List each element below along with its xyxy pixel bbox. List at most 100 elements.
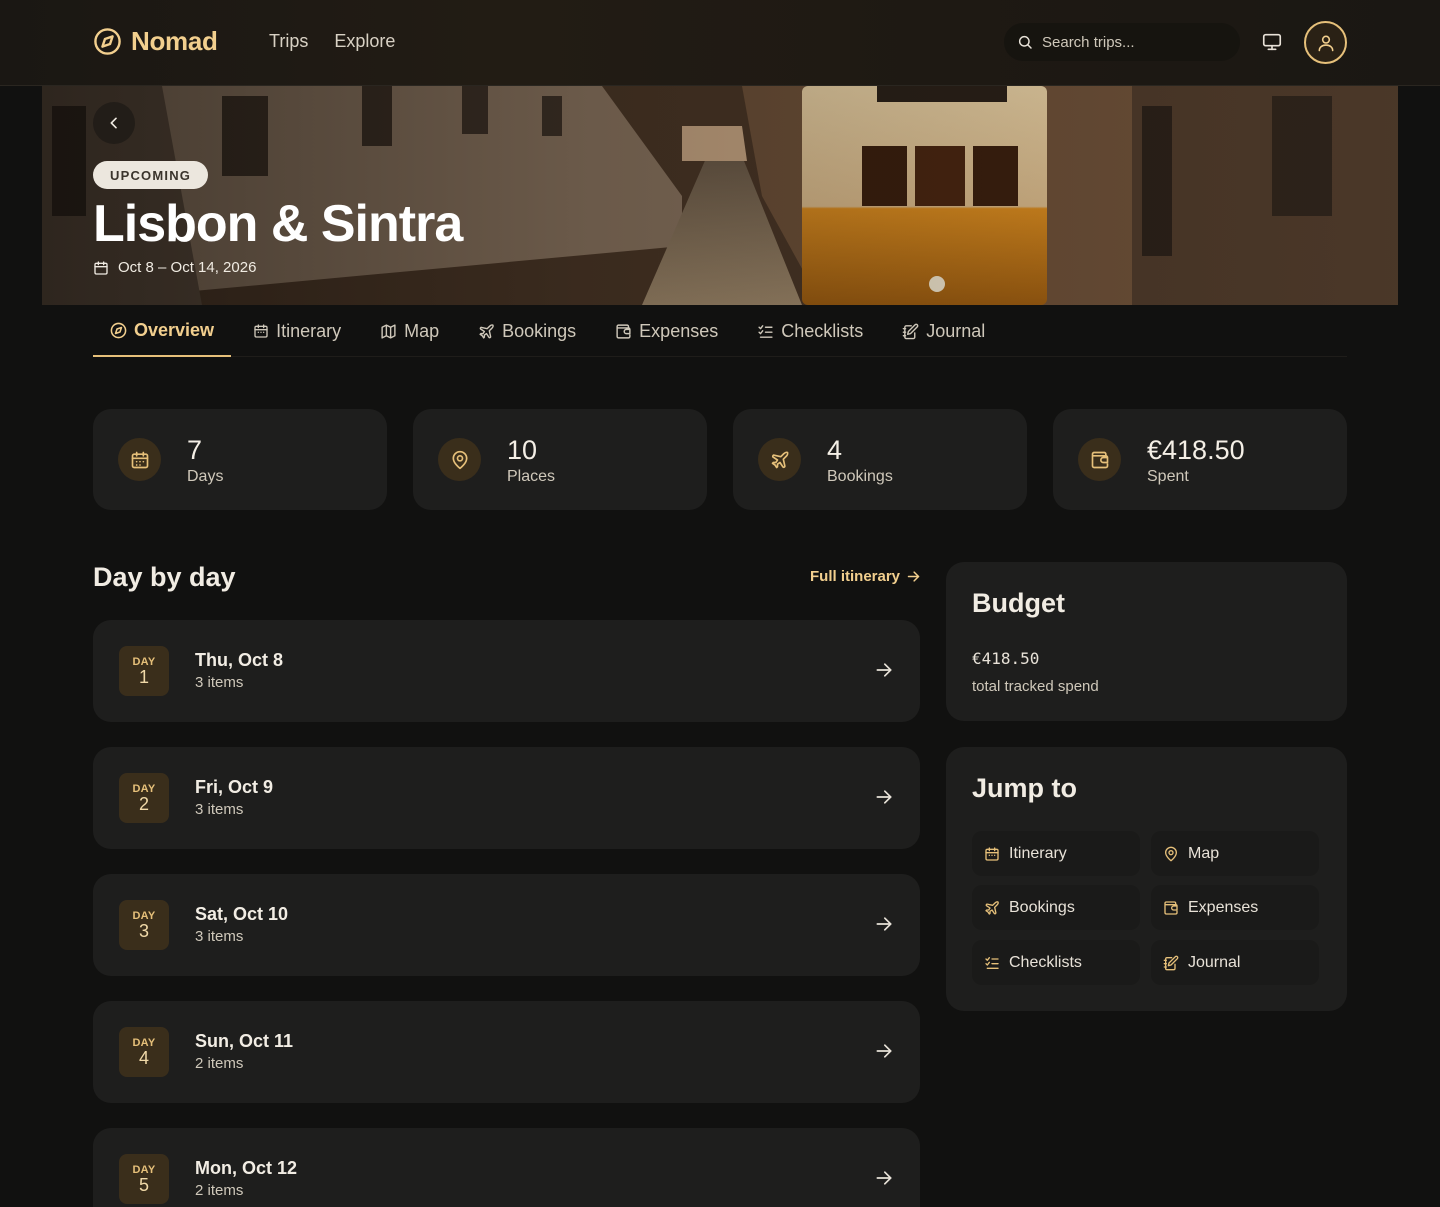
day-item-count: 2 items (195, 1182, 244, 1199)
stat-value: 4 (827, 434, 843, 465)
wallet-icon (1163, 900, 1179, 916)
jump-to-panel: Jump to Itinerary Map Bookings Expenses … (946, 747, 1347, 1011)
tab-bookings[interactable]: Bookings (461, 305, 593, 357)
stat-label: Places (507, 467, 556, 485)
arrow-right-icon (874, 1168, 894, 1188)
stat-spent: €418.50 Spent (1053, 409, 1347, 510)
day-item-count: 3 items (195, 928, 244, 945)
tab-label: Checklists (781, 320, 864, 341)
jump-checklists-button[interactable]: Checklists (972, 940, 1140, 985)
day-card[interactable]: DAY 1 Thu, Oct 8 3 items (93, 620, 920, 722)
stat-label: Days (187, 467, 224, 485)
chevron-left-icon (106, 115, 122, 131)
jump-to-title: Jump to (972, 773, 1077, 803)
calendar-icon (118, 438, 161, 481)
full-itinerary-label: Full itinerary (810, 568, 901, 585)
main-nav: Trips Explore (269, 31, 395, 52)
day-badge: DAY 1 (119, 646, 169, 696)
tab-label: Overview (134, 319, 215, 340)
checklist-icon (984, 955, 1000, 971)
day-card[interactable]: DAY 3 Sat, Oct 10 3 items (93, 874, 920, 976)
map-pin-icon (438, 438, 481, 481)
search-box (1004, 23, 1240, 61)
tab-journal[interactable]: Journal (885, 305, 1002, 357)
day-badge-label: DAY (132, 1036, 156, 1049)
calendar-icon (253, 323, 269, 339)
full-itinerary-link[interactable]: Full itinerary (810, 568, 921, 585)
day-date: Fri, Oct 9 (195, 777, 274, 797)
search-input[interactable] (1042, 33, 1222, 51)
stat-bookings: 4 Bookings (733, 409, 1027, 510)
tab-checklists[interactable]: Checklists (740, 305, 880, 357)
stat-label: Bookings (827, 467, 893, 485)
tab-label: Bookings (502, 320, 577, 341)
tab-label: Itinerary (276, 320, 342, 341)
budget-subtitle: total tracked spend (972, 678, 1099, 695)
user-icon (1316, 33, 1336, 53)
day-badge-label: DAY (132, 655, 156, 668)
brand-logo[interactable]: Nomad (93, 26, 218, 57)
day-number: 3 (138, 920, 149, 941)
stat-value: 10 (507, 434, 538, 465)
tab-label: Journal (926, 320, 986, 341)
day-badge-label: DAY (132, 909, 156, 922)
top-bar: Nomad Trips Explore (0, 0, 1440, 86)
day-date: Sun, Oct 11 (195, 1031, 294, 1051)
plane-icon (984, 900, 1000, 916)
jump-bookings-button[interactable]: Bookings (972, 885, 1140, 930)
day-card[interactable]: DAY 2 Fri, Oct 9 3 items (93, 747, 920, 849)
jump-label: Checklists (1009, 953, 1082, 971)
jump-map-button[interactable]: Map (1151, 831, 1319, 876)
monitor-icon[interactable] (1261, 31, 1283, 53)
arrow-right-icon (874, 914, 894, 934)
day-card[interactable]: DAY 4 Sun, Oct 11 2 items (93, 1001, 920, 1103)
day-number: 4 (138, 1047, 149, 1068)
arrow-right-icon (874, 660, 894, 680)
day-number: 5 (138, 1174, 149, 1195)
budget-panel: Budget €418.50 total tracked spend (946, 562, 1347, 721)
tab-map[interactable]: Map (363, 305, 456, 357)
checklist-icon (757, 323, 774, 340)
brand-name: Nomad (131, 26, 218, 56)
map-pin-icon (1163, 846, 1179, 862)
journal-icon (1163, 955, 1179, 971)
day-item-count: 3 items (195, 801, 244, 818)
trip-title: Lisbon & Sintra (93, 195, 463, 253)
wallet-icon (1078, 438, 1121, 481)
day-badge: DAY 3 (119, 900, 169, 950)
trip-tabs: Overview Itinerary Map Bookings Expenses… (93, 305, 1347, 357)
stat-days: 7 Days (93, 409, 387, 510)
calendar-icon (984, 846, 1000, 862)
jump-itinerary-button[interactable]: Itinerary (972, 831, 1140, 876)
day-by-day-title: Day by day (93, 562, 236, 592)
jump-label: Journal (1188, 953, 1241, 971)
day-badge: DAY 5 (119, 1154, 169, 1204)
day-badge: DAY 4 (119, 1027, 169, 1077)
jump-expenses-button[interactable]: Expenses (1151, 885, 1319, 930)
status-badge: UPCOMING (93, 161, 209, 189)
stat-places: 10 Places (413, 409, 707, 510)
plane-icon (758, 438, 801, 481)
back-button[interactable] (93, 102, 135, 144)
day-badge-label: DAY (132, 782, 156, 795)
calendar-icon (93, 260, 109, 276)
jump-journal-button[interactable]: Journal (1151, 940, 1319, 985)
tab-itinerary[interactable]: Itinerary (236, 305, 358, 357)
tab-label: Expenses (639, 320, 719, 341)
day-item-count: 3 items (195, 674, 244, 691)
day-number: 2 (138, 793, 149, 814)
avatar[interactable] (1304, 21, 1347, 64)
tab-expenses[interactable]: Expenses (598, 305, 735, 357)
day-card[interactable]: DAY 5 Mon, Oct 12 2 items (93, 1128, 920, 1207)
tab-overview[interactable]: Overview (93, 305, 232, 357)
search-icon (1017, 34, 1033, 50)
stat-value: 7 (187, 434, 203, 465)
compass-icon (93, 27, 122, 56)
day-item-count: 2 items (195, 1055, 244, 1072)
journal-icon (902, 323, 919, 340)
arrow-right-icon (874, 787, 894, 807)
nav-explore[interactable]: Explore (334, 31, 395, 52)
jump-label: Bookings (1009, 898, 1075, 916)
day-badge-label: DAY (132, 1163, 156, 1176)
nav-trips[interactable]: Trips (269, 31, 308, 52)
